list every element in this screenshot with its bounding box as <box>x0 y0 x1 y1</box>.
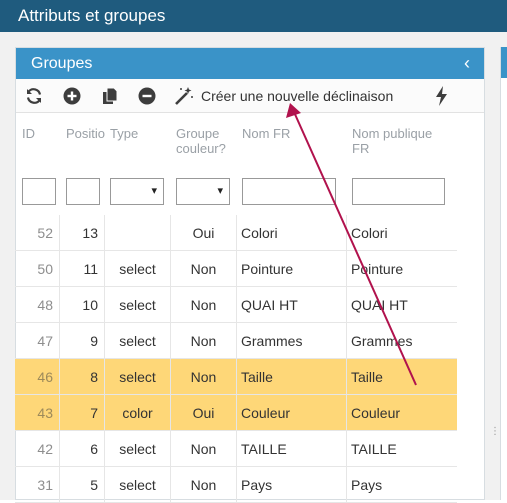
magic-wand-icon[interactable] <box>174 86 194 106</box>
cell-position: 8 <box>60 359 105 395</box>
cell-public-name: Colori <box>351 225 388 241</box>
cell-id: 46 <box>15 359 60 395</box>
cell-type: select <box>105 467 171 503</box>
filter-public-name-input[interactable] <box>352 178 445 205</box>
add-icon[interactable] <box>62 86 82 106</box>
cell-id: 47 <box>15 323 60 359</box>
table-row[interactable]: 31 5 select Non Pays Pays <box>15 467 457 503</box>
cell-id: 48 <box>15 287 60 323</box>
page-title: Attributs et groupes <box>18 6 166 25</box>
cell-type: select <box>105 359 171 395</box>
cell-type: select <box>105 287 171 323</box>
cell-group-color: Oui <box>171 395 237 431</box>
filter-type-select[interactable] <box>110 178 164 205</box>
cell-name-fr: Pays <box>237 467 347 503</box>
filter-id-input[interactable] <box>22 178 56 205</box>
cell-position: 7 <box>60 395 105 431</box>
cell-public-name: Pays <box>351 477 383 493</box>
cell-public-name: Pointure <box>351 261 404 277</box>
cell-group-color: Non <box>171 323 237 359</box>
page-header: Attributs et groupes <box>0 0 507 32</box>
cell-name-fr: Taille <box>237 359 347 395</box>
cell-group-color: Non <box>171 467 237 503</box>
col-header-public-line2: FR <box>352 141 370 156</box>
collapse-icon[interactable]: ‹ <box>464 48 470 79</box>
cell-public-name: TAILLE <box>351 441 397 457</box>
cell-group-color: Non <box>171 287 237 323</box>
cell-group-color: Oui <box>171 215 237 251</box>
groups-panel-header: Groupes ‹ <box>16 48 484 79</box>
col-header-type[interactable]: Type <box>110 126 138 141</box>
table-row[interactable]: 52 13 Oui Colori Colori <box>15 215 457 251</box>
table-row[interactable]: 47 9 select Non Grammes Grammes <box>15 323 457 359</box>
filter-position-input[interactable] <box>66 178 100 205</box>
refresh-icon[interactable] <box>24 86 44 106</box>
col-header-group-line1: Groupe <box>176 126 220 141</box>
cell-public-name: QUAI HT <box>351 297 408 313</box>
cell-name-fr: Colori <box>237 215 347 251</box>
col-header-group-line2: couleur? <box>176 141 226 156</box>
table-row[interactable]: 48 10 select Non QUAI HT QUAI HT <box>15 287 457 323</box>
cell-id: 43 <box>15 395 60 431</box>
cell-position: 13 <box>60 215 105 251</box>
groups-toolbar: Créer une nouvelle déclinaison <box>16 79 484 113</box>
filter-name-input[interactable] <box>242 178 336 205</box>
cell-public-name: Taille <box>351 369 383 385</box>
cell-name-fr: Pointure <box>237 251 347 287</box>
col-header-public-line1: Nom publique <box>352 126 433 141</box>
table-row[interactable]: 43 7 color Oui Couleur Couleur <box>15 395 457 431</box>
cell-name-fr: QUAI HT <box>237 287 347 323</box>
cell-type: select <box>105 251 171 287</box>
cell-name-fr: Grammes <box>237 323 347 359</box>
table-row[interactable]: 50 11 select Non Pointure Pointure <box>15 251 457 287</box>
cell-position: 6 <box>60 431 105 467</box>
cell-group-color: Non <box>171 359 237 395</box>
cell-id: 31 <box>15 467 60 503</box>
col-header-public-name[interactable]: Nom publique FR <box>352 126 432 156</box>
cell-position: 5 <box>60 467 105 503</box>
duplicate-icon[interactable] <box>100 86 120 106</box>
secondary-panel-header <box>501 47 507 78</box>
secondary-panel <box>500 47 507 500</box>
filter-group-select[interactable] <box>176 178 230 205</box>
lightning-icon[interactable] <box>431 86 451 106</box>
cell-type: select <box>105 323 171 359</box>
cell-type: color <box>105 395 171 431</box>
groups-grid: 52 13 Oui Colori Colori 50 11 select Non Pointure… <box>15 215 457 503</box>
cell-position: 10 <box>60 287 105 323</box>
cell-id: 50 <box>15 251 60 287</box>
cell-public-name: Couleur <box>351 405 401 421</box>
remove-icon[interactable] <box>137 86 157 106</box>
cell-type <box>105 215 171 251</box>
create-variant-button[interactable]: Créer une nouvelle déclinaison <box>201 79 393 113</box>
cell-group-color: Non <box>171 431 237 467</box>
cell-id: 52 <box>15 215 60 251</box>
cell-name-fr: TAILLE <box>237 431 347 467</box>
table-row[interactable]: 46 8 select Non Taille Taille <box>15 359 457 395</box>
splitter-handle[interactable]: ⋮ <box>490 427 500 437</box>
cell-type: select <box>105 431 171 467</box>
col-header-name-fr[interactable]: Nom FR <box>242 126 290 141</box>
cell-position: 9 <box>60 323 105 359</box>
groups-panel-title: Groupes <box>31 55 93 72</box>
col-header-position[interactable]: Positio <box>66 126 106 141</box>
col-header-group-color[interactable]: Groupe couleur? <box>176 126 226 156</box>
cell-public-name: Grammes <box>351 333 413 349</box>
cell-name-fr: Couleur <box>237 395 347 431</box>
table-row[interactable]: 42 6 select Non TAILLE TAILLE <box>15 431 457 467</box>
cell-group-color: Non <box>171 251 237 287</box>
cell-id: 42 <box>15 431 60 467</box>
col-header-id[interactable]: ID <box>22 126 35 141</box>
cell-position: 11 <box>60 251 105 287</box>
